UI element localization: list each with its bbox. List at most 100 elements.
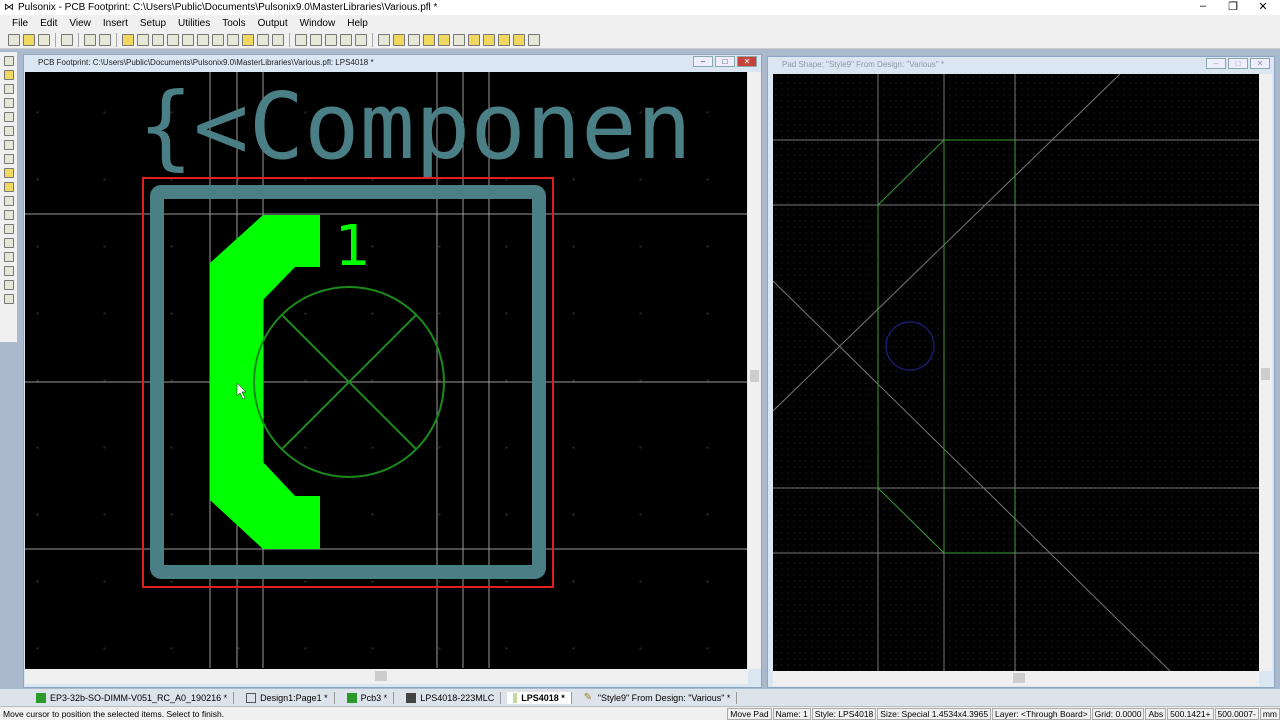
menu-tools[interactable]: Tools (222, 18, 245, 29)
minimize-button[interactable]: – (1188, 0, 1218, 12)
menu-insert[interactable]: Insert (103, 18, 128, 29)
copy-icon[interactable] (122, 33, 134, 46)
maximize-button[interactable]: □ (1228, 58, 1248, 69)
properties-icon[interactable] (453, 33, 465, 46)
tab-design1[interactable]: Design1:Page1 * (240, 691, 335, 704)
tab-label: LPS4018 * (521, 692, 565, 703)
horizontal-scrollbar[interactable] (773, 671, 1259, 686)
separator (116, 32, 117, 47)
area-icon[interactable] (3, 182, 14, 192)
component-icon[interactable] (152, 33, 164, 46)
layers-icon[interactable] (257, 33, 269, 46)
new-icon[interactable] (8, 33, 20, 46)
minimize-button[interactable]: – (1206, 58, 1226, 69)
tab-style9[interactable]: ✎ "Style9" From Design: "Various" * (578, 691, 738, 704)
zoom-window-icon[interactable] (325, 33, 337, 46)
menu-utilities[interactable]: Utilities (178, 18, 210, 29)
menu-edit[interactable]: Edit (40, 18, 57, 29)
restore-button[interactable]: ❐ (1218, 0, 1248, 13)
design-canvas[interactable]: {<Componen 1 (25, 72, 747, 669)
close-button[interactable]: ✕ (1250, 58, 1270, 69)
library-icon[interactable] (137, 33, 149, 46)
pin-icon[interactable] (3, 224, 14, 234)
component-name-text[interactable]: {<Componen (138, 73, 692, 180)
inspect-icon[interactable] (182, 33, 194, 46)
vertical-scrollbar[interactable] (748, 72, 761, 669)
grid-dot (170, 513, 173, 516)
grid-dot (639, 379, 642, 382)
undo-icon[interactable] (84, 33, 96, 46)
grid-dot (505, 513, 508, 516)
select-icon[interactable] (212, 33, 224, 46)
panel-icon[interactable] (272, 33, 284, 46)
tab-lps4018[interactable]: LPS4018 * (507, 691, 572, 704)
zoom-all-icon[interactable] (295, 33, 307, 46)
pad-drawing (773, 74, 1259, 671)
status-bar: Move cursor to position the selected ite… (0, 706, 1280, 720)
grid-dot (36, 580, 39, 583)
rectangle-icon[interactable] (3, 98, 14, 108)
grid-dot (438, 312, 441, 315)
calc-icon[interactable] (438, 33, 450, 46)
tab-ep3[interactable]: EP3-32b-SO-DIMM-V051_RC_A0_190216 * (30, 691, 235, 704)
close-button[interactable]: ✕ (737, 56, 757, 67)
highlight-icon[interactable] (483, 33, 495, 46)
menu-view[interactable]: View (69, 18, 91, 29)
shapes-icon[interactable] (468, 33, 480, 46)
image-icon[interactable] (197, 33, 209, 46)
text-icon[interactable] (3, 280, 14, 290)
redo-icon[interactable] (99, 33, 111, 46)
open-icon[interactable] (23, 33, 35, 46)
status-units[interactable]: mm (1259, 707, 1280, 720)
drill-icon[interactable] (3, 210, 14, 220)
menu-window[interactable]: Window (300, 18, 336, 29)
grid-dot (371, 580, 374, 583)
hatch-icon[interactable] (3, 252, 14, 262)
line-icon[interactable] (3, 84, 14, 94)
maximize-button[interactable]: □ (715, 56, 735, 67)
circle-icon[interactable] (3, 112, 14, 122)
polygon-icon[interactable] (3, 154, 14, 164)
menu-setup[interactable]: Setup (140, 18, 166, 29)
grid-icon[interactable] (3, 266, 14, 276)
grid-dot (572, 312, 575, 315)
print-icon[interactable] (61, 33, 73, 46)
select-pointer-icon[interactable] (393, 33, 405, 46)
save-icon[interactable] (3, 56, 14, 66)
main-toolbar (0, 31, 1280, 49)
save-icon[interactable] (38, 33, 50, 46)
dimension-icon[interactable] (3, 168, 14, 178)
wand-icon[interactable] (227, 33, 239, 46)
arc-icon[interactable] (3, 140, 14, 150)
zoom-out-icon[interactable] (355, 33, 367, 46)
menu-file[interactable]: File (12, 18, 28, 29)
pointer-icon[interactable] (378, 33, 390, 46)
smile-icon[interactable] (242, 33, 254, 46)
tab-pcb3[interactable]: Pcb3 * (341, 691, 395, 704)
pad-canvas[interactable] (773, 74, 1259, 671)
pad-icon[interactable] (3, 70, 14, 80)
zoom-in-icon[interactable] (340, 33, 352, 46)
via-icon[interactable] (3, 196, 14, 206)
grid-dot (103, 647, 106, 650)
unlock-icon[interactable] (528, 33, 540, 46)
close-button[interactable]: ✕ (1248, 0, 1278, 13)
find-icon[interactable] (167, 33, 179, 46)
tab-lps4018-223mlc[interactable]: LPS4018-223MLC (400, 691, 502, 704)
vertical-scrollbar[interactable] (1259, 74, 1272, 671)
horizontal-scrollbar[interactable] (25, 669, 748, 684)
undo-icon[interactable] (3, 294, 14, 304)
lock-icon[interactable] (513, 33, 525, 46)
rotate-icon[interactable] (3, 238, 14, 248)
grid-icon[interactable] (423, 33, 435, 46)
menu-output[interactable]: Output (258, 18, 288, 29)
book-icon[interactable] (498, 33, 510, 46)
zoom-select-icon[interactable] (310, 33, 322, 46)
status-coord-mode[interactable]: Abs (1145, 707, 1167, 720)
menu-help[interactable]: Help (347, 18, 368, 29)
grid-dot (304, 379, 307, 382)
tool-icon[interactable] (408, 33, 420, 46)
arrow-icon[interactable] (3, 126, 14, 136)
window-title-bar: PCB Footprint: C:\Users\Public\Documents… (24, 55, 761, 70)
minimize-button[interactable]: – (693, 56, 713, 67)
